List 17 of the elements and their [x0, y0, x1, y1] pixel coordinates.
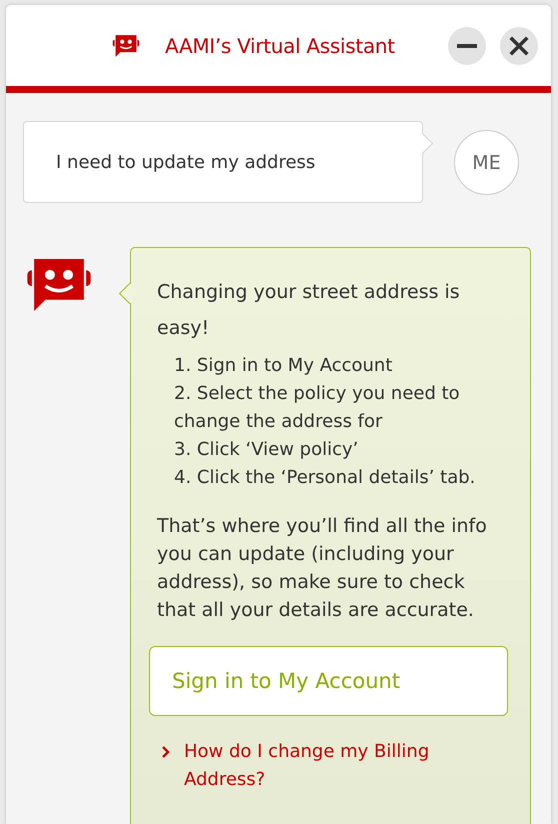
- step-text: 2. Select the policy you need to change the address for: [174, 382, 461, 434]
- step-text: 3. Click ‘View policy’: [174, 438, 360, 462]
- chevron-icon: [162, 746, 170, 758]
- step-text: 1. Sign in to My Account: [174, 354, 394, 378]
- step-text: 4. Click the ‘Personal details’ tab.: [174, 466, 476, 490]
- minimize-icon: [456, 44, 478, 48]
- message-text: That’s where you’ll find all the info you can update (including your address), so make sure to check that all your details are accurate.: [157, 514, 488, 623]
- user-avatar: ME: [454, 130, 519, 195]
- message-text: Changing your street address is easy!: [157, 280, 461, 341]
- suggestion-link[interactable]: How do I change my Billing Address?: [184, 738, 490, 794]
- minimize-button[interactable]: [448, 26, 486, 64]
- sign-in-button[interactable]: Sign in to My Account: [149, 646, 508, 716]
- close-button[interactable]: [500, 26, 538, 64]
- user-message-text: I need to update my address: [56, 152, 316, 172]
- close-icon: [508, 34, 530, 56]
- chatbot-icon: [27, 259, 91, 311]
- window-title: AAMI’s Virtual Assistant: [165, 34, 395, 58]
